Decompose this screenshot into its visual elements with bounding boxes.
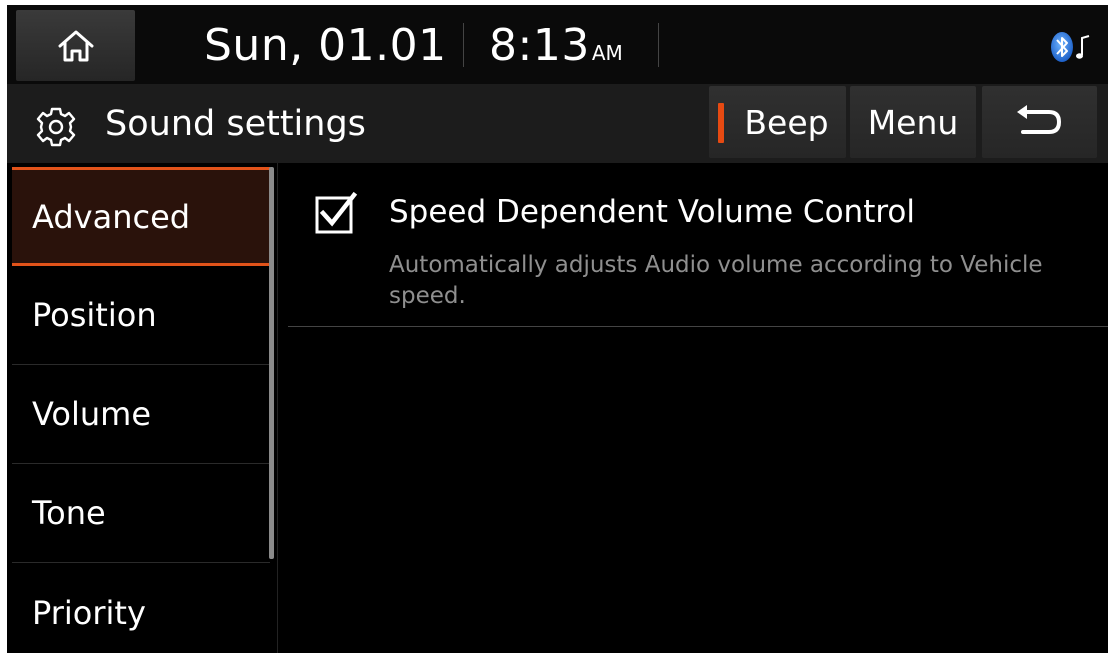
ampm-display: AM [591, 41, 623, 65]
side-menu-item-label: Priority [32, 593, 146, 632]
menu-button[interactable]: Menu [850, 86, 976, 158]
side-menu-item-volume[interactable]: Volume [12, 365, 270, 464]
option-title: Speed Dependent Volume Control [389, 194, 915, 230]
side-menu-item-label: Volume [32, 395, 152, 433]
home-button[interactable] [16, 10, 135, 81]
clock: 8:13 AM [489, 16, 623, 85]
status-divider [463, 23, 464, 67]
side-menu-item-tone[interactable]: Tone [12, 464, 270, 563]
beep-label: Beep [744, 102, 829, 142]
gear-icon [36, 107, 76, 147]
side-menu: Advanced Position Volume Tone Priority [7, 163, 277, 653]
side-menu-item-priority[interactable]: Priority [12, 563, 270, 653]
option-description: Automatically adjusts Audio volume accor… [389, 252, 1043, 309]
status-divider [658, 23, 659, 67]
side-menu-item-label: Tone [32, 494, 106, 532]
back-button[interactable] [982, 86, 1097, 158]
beep-button[interactable]: Beep [709, 86, 846, 158]
speed-dependent-volume-option[interactable]: Speed Dependent Volume Control Automatic… [288, 163, 1108, 327]
side-menu-item-label: Advanced [32, 197, 191, 236]
back-arrow-icon [1016, 105, 1061, 134]
side-menu-item-label: Position [32, 296, 157, 334]
time-display: 8:13 [489, 20, 590, 71]
side-menu-scrollbar[interactable] [269, 167, 274, 559]
date-display: Sun, 01.01 [204, 20, 447, 71]
menu-label: Menu [867, 102, 959, 142]
side-menu-item-position[interactable]: Position [12, 266, 270, 365]
title-bar: Sound settings Beep Menu [7, 84, 1108, 163]
bluetooth-audio-icon [1051, 32, 1090, 62]
head-unit-screen: Sun, 01.01 8:13 AM Sound settings Beep M… [7, 5, 1108, 653]
page-title: Sound settings [105, 104, 366, 144]
home-icon [58, 30, 93, 61]
settings-content: Speed Dependent Volume Control Automatic… [278, 163, 1108, 653]
checkbox-checked-icon[interactable] [312, 189, 360, 237]
side-menu-item-advanced[interactable]: Advanced [12, 167, 270, 266]
beep-status-indicator [718, 103, 724, 143]
status-bar: Sun, 01.01 8:13 AM [7, 5, 1108, 84]
